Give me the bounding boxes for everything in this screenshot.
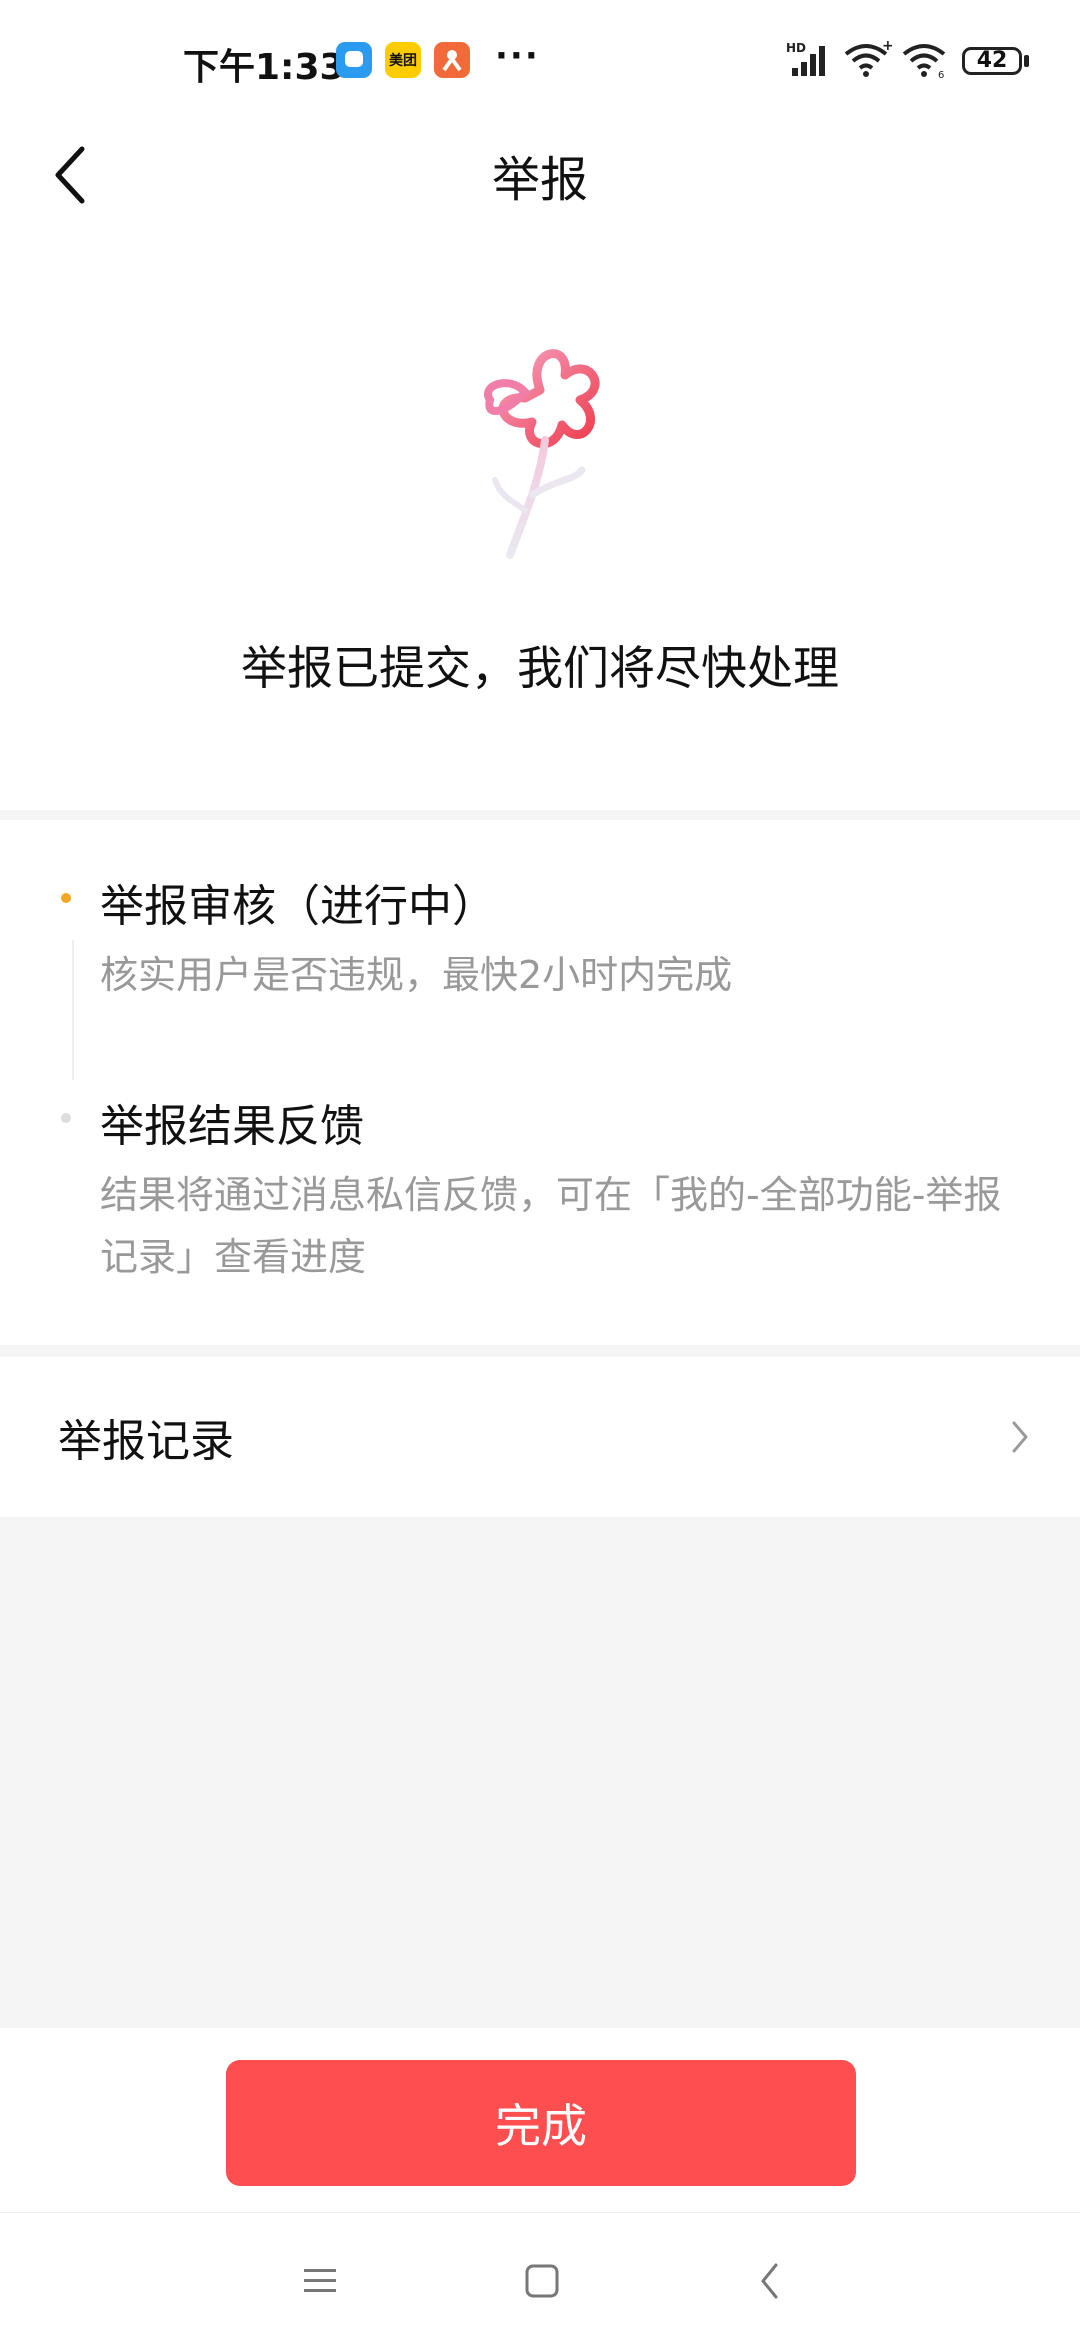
wifi-6-icon: 6	[900, 40, 950, 84]
status-time: 下午1:33	[183, 47, 345, 88]
svg-text:6: 6	[938, 70, 944, 80]
network-label: HD	[786, 41, 806, 55]
step-description: 核实用户是否违规，最快2小时内完成	[100, 953, 733, 997]
home-icon[interactable]	[512, 2251, 572, 2311]
nav-bar: 举报	[0, 120, 1080, 230]
flower-illustration-icon	[484, 349, 600, 559]
report-record-row[interactable]: 举报记录	[0, 1357, 1080, 1517]
meituan-label: 美团	[389, 53, 417, 69]
step-dot-pending	[61, 1113, 71, 1123]
battery-icon: 42	[962, 47, 1022, 75]
battery-tip	[1024, 55, 1029, 67]
chevron-right-icon	[1010, 1357, 1030, 1517]
meituan-app-icon: 美团	[385, 42, 421, 78]
step-dot-active	[61, 893, 71, 903]
step-connector	[72, 940, 74, 1080]
report-progress-card: 举报审核（进行中） 核实用户是否违规，最快2小时内完成 举报结果反馈 结果将通过…	[0, 820, 1080, 1345]
bottom-action-area: 完成	[0, 2028, 1080, 2212]
status-bar: 下午1:33 美团 ··· HD + 6 42	[0, 0, 1080, 120]
signal-icon: HD	[786, 40, 834, 84]
submitted-hero: 举报已提交，我们将尽快处理	[0, 230, 1080, 810]
submitted-message: 举报已提交，我们将尽快处理	[241, 641, 839, 695]
battery-level: 42	[976, 48, 1008, 73]
step-title: 举报审核（进行中）	[100, 881, 496, 932]
step-description: 结果将通过消息私信反馈，可在「我的-全部功能-举报记录」查看进度	[100, 1173, 1002, 1279]
system-nav-bar	[0, 2212, 1080, 2341]
message-app-icon	[336, 42, 372, 78]
page-title: 举报	[491, 152, 588, 208]
system-back-icon[interactable]	[740, 2251, 800, 2311]
more-notifications-icon: ···	[495, 36, 540, 76]
step-title: 举报结果反馈	[100, 1101, 364, 1152]
svg-text:+: +	[882, 40, 892, 54]
wifi-icon: +	[842, 38, 894, 84]
report-record-label: 举报记录	[58, 1416, 234, 1467]
menu-icon[interactable]	[290, 2251, 350, 2311]
orange-app-icon	[434, 42, 470, 78]
done-button[interactable]: 完成	[226, 2060, 856, 2186]
